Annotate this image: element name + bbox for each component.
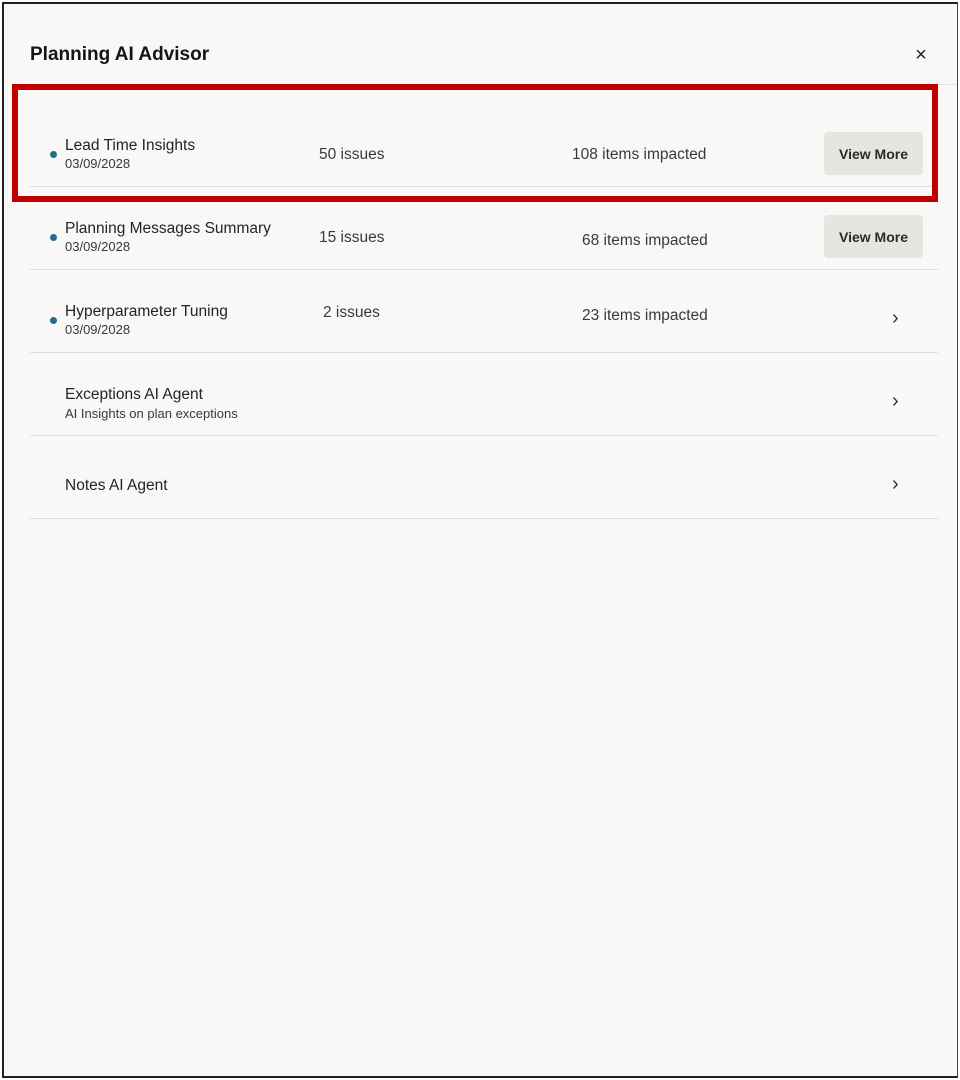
view-more-button[interactable]: View More [824, 132, 923, 175]
agent-subtitle: AI Insights on plan exceptions [65, 406, 238, 421]
insight-date: 03/09/2028 [65, 239, 130, 254]
status-dot-icon [50, 317, 57, 324]
issues-count: 15 issues [319, 229, 384, 247]
dialog-title: Planning AI Advisor [30, 44, 209, 66]
chevron-right-icon[interactable]: › [892, 390, 899, 413]
chevron-right-icon[interactable]: › [892, 473, 899, 496]
status-dot-icon [50, 234, 57, 241]
chevron-right-icon[interactable]: › [892, 307, 899, 330]
close-icon[interactable]: × [910, 44, 932, 66]
insight-row-planning-messages: Planning Messages Summary 03/09/2028 15 … [30, 187, 938, 270]
agent-name: Exceptions AI Agent [65, 386, 203, 404]
items-impacted: 23 items impacted [582, 307, 708, 325]
items-impacted: 68 items impacted [582, 232, 708, 250]
insight-row-lead-time: Lead Time Insights 03/09/2028 50 issues … [30, 104, 938, 187]
insight-date: 03/09/2028 [65, 156, 130, 171]
header-divider [16, 84, 957, 85]
issues-count: 2 issues [323, 304, 380, 322]
agent-row-exceptions[interactable]: Exceptions AI Agent AI Insights on plan … [30, 353, 938, 436]
planning-ai-advisor-dialog: Planning AI Advisor × Lead Time Insights… [2, 2, 958, 1078]
insight-name: Planning Messages Summary [65, 220, 271, 238]
insight-row-hyperparameter: Hyperparameter Tuning 03/09/2028 2 issue… [30, 270, 938, 353]
issues-count: 50 issues [319, 146, 384, 164]
agent-name: Notes AI Agent [65, 477, 168, 495]
insight-name: Lead Time Insights [65, 137, 195, 155]
insight-name: Hyperparameter Tuning [65, 303, 228, 321]
insight-date: 03/09/2028 [65, 322, 130, 337]
view-more-button[interactable]: View More [824, 215, 923, 258]
items-impacted: 108 items impacted [572, 146, 706, 164]
status-dot-icon [50, 151, 57, 158]
agent-row-notes[interactable]: Notes AI Agent › [30, 436, 938, 519]
